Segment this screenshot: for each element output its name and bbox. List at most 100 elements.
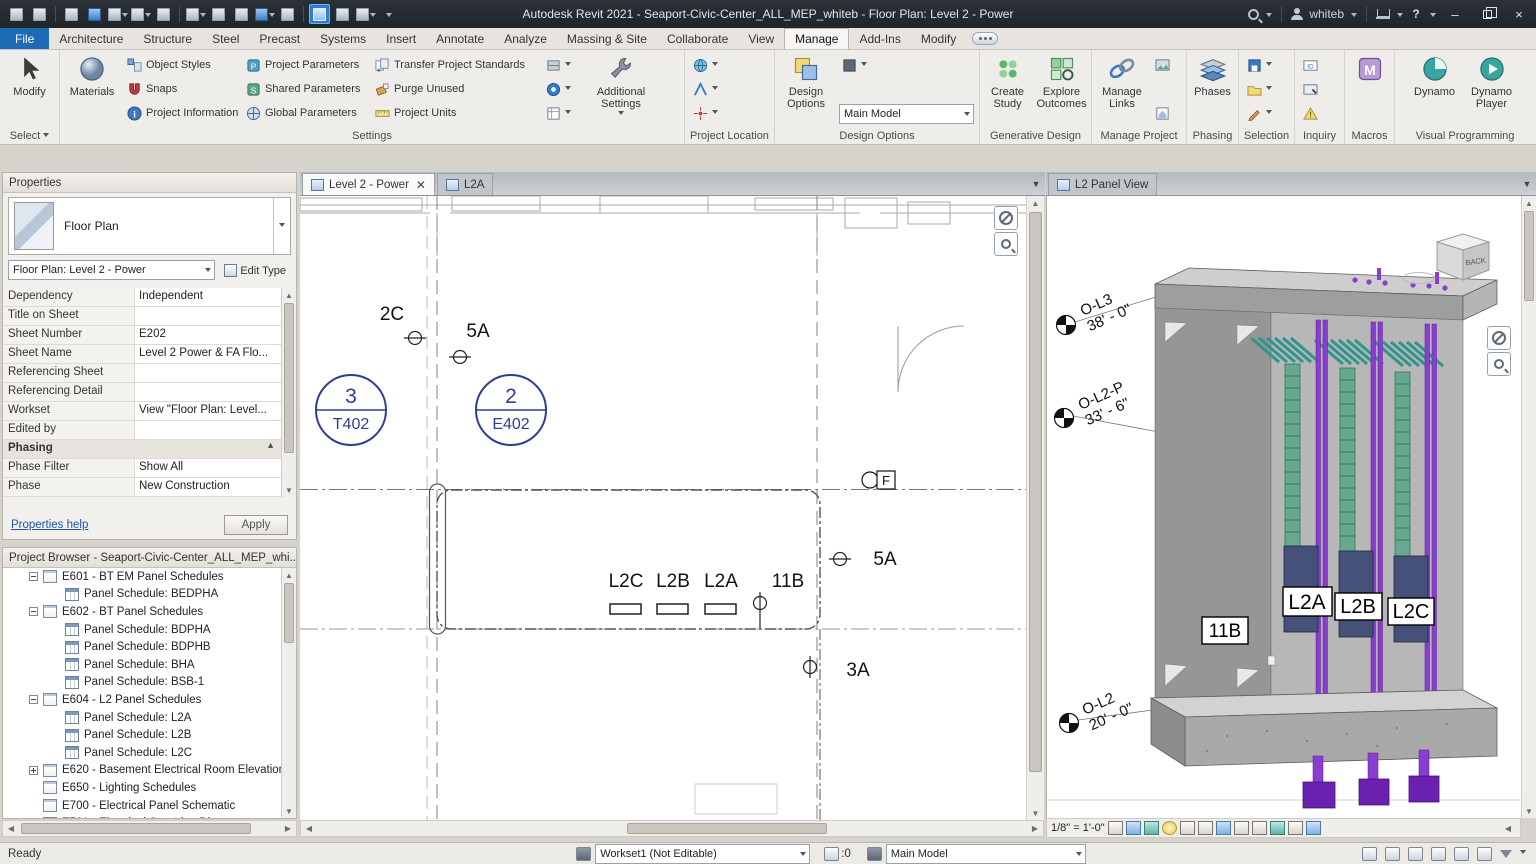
property-row[interactable]: WorksetView "Floor Plan: Level... bbox=[3, 402, 281, 421]
aligned-dimension-icon[interactable] bbox=[208, 4, 229, 24]
browser-item-schedule[interactable]: Panel Schedule: BDPHB bbox=[3, 638, 281, 656]
text-icon[interactable] bbox=[231, 4, 252, 24]
property-row[interactable]: DependencyIndependent bbox=[3, 288, 281, 307]
bottom-slab[interactable] bbox=[1151, 690, 1497, 766]
help-icon[interactable]: ? bbox=[1409, 7, 1423, 21]
tag-l2a-3d[interactable]: L2A bbox=[1283, 587, 1332, 616]
design-options-icon[interactable] bbox=[867, 847, 882, 861]
scroll-down-icon[interactable]: ▼ bbox=[282, 483, 296, 497]
browser-item-schedule[interactable]: Panel Schedule: L2C bbox=[3, 744, 281, 762]
viewcube[interactable]: BACK bbox=[1403, 234, 1489, 284]
restore-button[interactable] bbox=[1474, 3, 1500, 25]
explore-outcomes-button[interactable]: Explore Outcomes bbox=[1035, 52, 1088, 126]
search-icon[interactable] bbox=[1248, 9, 1259, 20]
save-icon[interactable] bbox=[61, 4, 82, 24]
dynamo-player-button[interactable]: Dynamo Player bbox=[1463, 52, 1521, 126]
tab-addins[interactable]: Add-Ins bbox=[849, 28, 910, 49]
active-design-option-icon-button[interactable] bbox=[839, 54, 870, 76]
view-tab-list-dropdown-icon[interactable]: ▼ bbox=[1027, 173, 1045, 195]
browser-hscrollbar[interactable]: ◀ ▶ bbox=[2, 820, 297, 837]
location-button[interactable] bbox=[690, 54, 770, 76]
editing-requests-icon[interactable] bbox=[824, 847, 839, 861]
browser-item-schedule[interactable]: Panel Schedule: L2B bbox=[3, 726, 281, 744]
iso-vscrollbar[interactable]: ▲ ▼ bbox=[1521, 196, 1536, 818]
browser-item-schedule[interactable]: Panel Schedule: L2A bbox=[3, 709, 281, 727]
conduit-run[interactable] bbox=[430, 484, 821, 820]
thin-lines-icon[interactable] bbox=[309, 4, 330, 24]
position-dropdown[interactable] bbox=[690, 102, 770, 124]
user-dropdown-icon[interactable] bbox=[1351, 13, 1357, 20]
active-workset-combobox[interactable]: Workset1 (Not Editable) bbox=[595, 844, 810, 864]
scroll-left-icon[interactable]: ◀ bbox=[1500, 821, 1516, 836]
shared-parameters-button[interactable]: SShared Parameters bbox=[243, 78, 369, 100]
default-3d-view-icon[interactable] bbox=[254, 4, 275, 24]
snaps-button[interactable]: Snaps bbox=[124, 78, 240, 100]
disjoin-icon[interactable] bbox=[1408, 847, 1423, 861]
property-row[interactable]: Phase FilterShow All bbox=[3, 459, 281, 478]
show-constraints-icon[interactable] bbox=[1270, 821, 1285, 835]
object-styles-button[interactable]: Object Styles bbox=[124, 54, 240, 76]
apply-button[interactable]: Apply bbox=[224, 515, 288, 535]
displaced-elements-icon[interactable] bbox=[1306, 821, 1321, 835]
visual-style-icon[interactable] bbox=[1126, 821, 1141, 835]
property-row[interactable]: PhaseNew Construction bbox=[3, 478, 281, 497]
property-row[interactable]: Sheet NameLevel 2 Power & FA Flo... bbox=[3, 345, 281, 364]
scroll-right-icon[interactable]: ▶ bbox=[280, 821, 296, 836]
browser-item-sheet[interactable]: E701 - Electrical One-Line Diagram bbox=[3, 814, 281, 818]
cart-dropdown-icon[interactable] bbox=[1397, 13, 1403, 20]
property-row[interactable]: Sheet NumberE202 bbox=[3, 326, 281, 345]
properties-help-link[interactable]: Properties help bbox=[11, 519, 88, 531]
decal-types-button[interactable] bbox=[1152, 54, 1178, 76]
panel-symbols[interactable] bbox=[610, 604, 736, 614]
purge-unused-button[interactable]: Purge Unused bbox=[372, 78, 540, 100]
steering-wheel-button[interactable] bbox=[994, 206, 1018, 230]
save-selection-button[interactable] bbox=[1244, 54, 1290, 76]
tab-insert[interactable]: Insert bbox=[376, 28, 426, 49]
panel-schedule-templates-dropdown[interactable] bbox=[543, 102, 583, 124]
browser-item-sheet[interactable]: E650 - Lighting Schedules bbox=[3, 779, 281, 797]
scroll-up-icon[interactable]: ▲ bbox=[282, 288, 296, 302]
show-crop-region-icon[interactable] bbox=[1198, 821, 1213, 835]
browser-scrollbar[interactable]: ▲ ▼ bbox=[281, 568, 296, 818]
section-collapse-icon[interactable]: ▲ bbox=[266, 440, 275, 458]
tab-structure[interactable]: Structure bbox=[133, 28, 202, 49]
tree-collapse-icon[interactable] bbox=[29, 572, 38, 581]
type-selector-dropdown-icon[interactable] bbox=[273, 198, 290, 254]
electrical-settings-dropdown[interactable] bbox=[543, 78, 583, 100]
plan-hscrollbar[interactable]: ◀ ▶ bbox=[300, 820, 1044, 837]
project-information-button[interactable]: iProject Information bbox=[124, 102, 240, 124]
tree-expand-icon[interactable] bbox=[29, 766, 38, 775]
steering-wheel-button[interactable] bbox=[1487, 326, 1511, 350]
scroll-down-icon[interactable]: ▼ bbox=[282, 804, 296, 818]
app-menu-icon[interactable] bbox=[6, 4, 27, 24]
sync-icon[interactable] bbox=[84, 4, 105, 24]
zoom-button[interactable] bbox=[994, 232, 1018, 256]
property-row[interactable]: Referencing Sheet bbox=[3, 364, 281, 383]
select-links-icon[interactable] bbox=[1431, 847, 1446, 861]
scroll-right-icon[interactable]: ▶ bbox=[1027, 821, 1043, 836]
tab-collaborate[interactable]: Collaborate bbox=[657, 28, 738, 49]
minimize-button[interactable]: – bbox=[1442, 3, 1468, 25]
coordinates-dropdown[interactable] bbox=[690, 78, 770, 100]
scroll-up-icon[interactable]: ▲ bbox=[282, 568, 296, 582]
scroll-up-icon[interactable]: ▲ bbox=[1027, 196, 1044, 210]
property-section-phasing[interactable]: Phasing▲ bbox=[3, 440, 281, 459]
help-dropdown-icon[interactable] bbox=[1430, 13, 1436, 20]
measure-icon[interactable] bbox=[185, 4, 206, 24]
open-icon[interactable] bbox=[29, 4, 50, 24]
create-study-button[interactable]: Create Study bbox=[983, 52, 1032, 126]
property-row[interactable]: Edited by bbox=[3, 421, 281, 440]
ids-of-selection-button[interactable]: ID bbox=[1300, 54, 1340, 76]
tab-systems[interactable]: Systems bbox=[310, 28, 376, 49]
scroll-left-icon[interactable]: ◀ bbox=[3, 821, 19, 836]
callout-t402[interactable]: 3 T402 bbox=[316, 375, 386, 445]
crop-view-icon[interactable] bbox=[1180, 821, 1195, 835]
print-icon[interactable] bbox=[153, 4, 174, 24]
browser-item-sheet[interactable]: E602 - BT Panel Schedules bbox=[3, 603, 281, 621]
close-button[interactable]: × bbox=[1506, 3, 1532, 25]
switch-windows-icon[interactable] bbox=[355, 4, 376, 24]
worksharing-display-icon[interactable] bbox=[1288, 821, 1303, 835]
callout-e402[interactable]: 2 E402 bbox=[476, 375, 546, 445]
browser-item-schedule[interactable]: Panel Schedule: BHA bbox=[3, 656, 281, 674]
l2-panel-3d-canvas[interactable]: O-L3 38' - 0" O-L2-P 33' - 6" O-L2 bbox=[1046, 196, 1521, 818]
